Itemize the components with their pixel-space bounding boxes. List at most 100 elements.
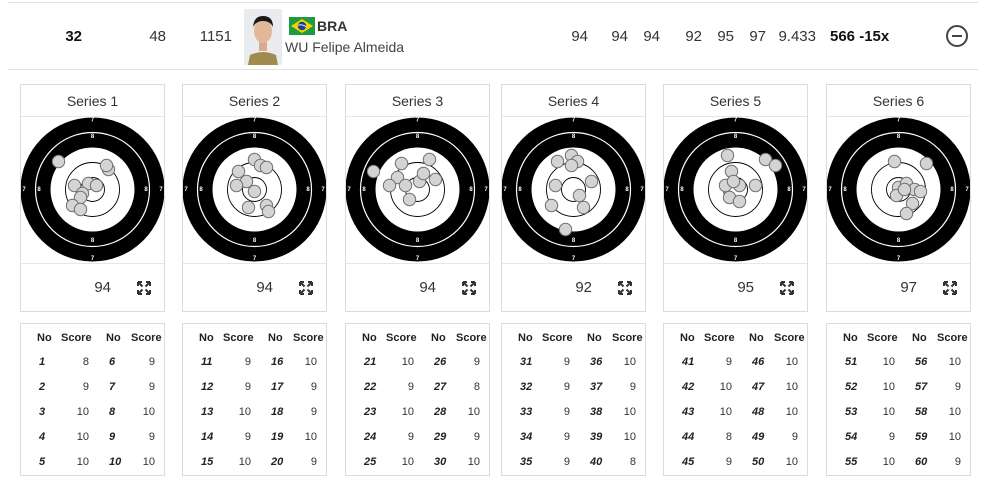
shot-hole-34[interactable] xyxy=(584,174,599,189)
shot-hole-25[interactable] xyxy=(382,178,397,193)
shot-number: 10 xyxy=(109,456,122,468)
shot-hole-30[interactable] xyxy=(416,166,431,181)
shot-hole-52[interactable] xyxy=(919,156,934,171)
shot-hole-29[interactable] xyxy=(402,192,417,207)
shot-number: 48 xyxy=(752,406,765,418)
shot-score: 9 xyxy=(148,356,155,368)
target-icon: 78787 8 78 xyxy=(21,117,164,262)
shot-number: 54 xyxy=(845,431,858,443)
expand-icon[interactable] xyxy=(943,281,957,295)
shot-score: 10 xyxy=(719,406,732,418)
target-icon: 78787 8 78 xyxy=(664,117,807,262)
shot-hole-36[interactable] xyxy=(576,200,591,215)
shot-number: 55 xyxy=(845,456,858,468)
shot-hole-13[interactable] xyxy=(259,160,274,175)
shot-number: 22 xyxy=(364,381,377,393)
athlete-name[interactable]: WU Felipe Almeida xyxy=(285,38,404,56)
shot-hole-40[interactable] xyxy=(564,158,579,173)
series-footer: 94 xyxy=(21,263,164,311)
shots-table-1: No Score No Score 1 8 2 9 3 10 4 10 5 10 6 9 7 9 8 10 9 9 10 10 xyxy=(20,323,165,476)
series-card-3: Series 3 78787878 94 xyxy=(345,84,490,312)
collapse-button[interactable] xyxy=(946,25,968,47)
expand-icon[interactable] xyxy=(780,281,794,295)
series-footer: 94 xyxy=(346,263,489,311)
shot-hole-47[interactable] xyxy=(748,178,763,193)
series-total: 94 xyxy=(419,279,436,296)
shot-hole-28[interactable] xyxy=(428,172,443,187)
series-total: 97 xyxy=(900,279,917,296)
shot-number: 17 xyxy=(271,381,284,393)
shot-score: 10 xyxy=(238,456,251,468)
shot-hole-20[interactable] xyxy=(229,178,244,193)
shot-score: 10 xyxy=(401,406,414,418)
shot-number: 27 xyxy=(434,381,447,393)
col-header-score: Score xyxy=(131,332,162,344)
shot-score: 10 xyxy=(76,406,89,418)
shot-hole-49[interactable] xyxy=(732,194,747,209)
series-score-2: 94 xyxy=(611,28,628,45)
shot-hole-38[interactable] xyxy=(544,198,559,213)
shot-hole-9[interactable] xyxy=(73,202,88,217)
shot-score: 9 xyxy=(725,456,732,468)
shot-hole-58[interactable] xyxy=(899,206,914,221)
col-header-score: Score xyxy=(293,332,324,344)
shot-score: 9 xyxy=(563,356,570,368)
col-header-score: Score xyxy=(612,332,643,344)
shot-number: 25 xyxy=(364,456,377,468)
shot-score: 9 xyxy=(888,431,895,443)
shot-score: 10 xyxy=(401,356,414,368)
col-header-no: No xyxy=(199,332,214,344)
series-score-5: 95 xyxy=(717,28,734,45)
shot-score: 9 xyxy=(791,431,798,443)
shot-hole-23[interactable] xyxy=(422,152,437,167)
shot-score: 8 xyxy=(82,356,89,368)
shot-hole-26[interactable] xyxy=(398,178,413,193)
shot-score: 9 xyxy=(954,456,961,468)
shot-hole-16[interactable] xyxy=(247,184,262,199)
series-score-3: 94 xyxy=(643,28,660,45)
athlete-row[interactable]: 32 48 1151 BRA WU Felipe Almeida 94 94 9… xyxy=(8,2,978,70)
shot-number: 36 xyxy=(590,356,603,368)
shot-number: 31 xyxy=(520,356,533,368)
shot-hole-17[interactable] xyxy=(241,200,256,215)
shot-number: 59 xyxy=(915,431,928,443)
shot-hole-37[interactable] xyxy=(548,178,563,193)
rank: 32 xyxy=(65,28,82,45)
shot-hole-14[interactable] xyxy=(231,164,246,179)
shots-table-6: No Score No Score 51 10 52 10 53 10 54 9 55 10 56 10 57 9… xyxy=(826,323,971,476)
shot-score: 9 xyxy=(563,431,570,443)
shot-hole-1[interactable] xyxy=(51,154,66,169)
shot-number: 29 xyxy=(434,431,447,443)
flag-icon xyxy=(289,17,315,35)
target-icon: 78787 8 78 xyxy=(346,117,489,262)
shot-hole-22[interactable] xyxy=(394,156,409,171)
col-header-no: No xyxy=(106,332,121,344)
shot-hole-3[interactable] xyxy=(99,158,114,173)
shot-hole-21[interactable] xyxy=(366,164,381,179)
shot-hole-39[interactable] xyxy=(558,222,573,237)
shot-hole-19[interactable] xyxy=(261,204,276,219)
shot-hole-56[interactable] xyxy=(913,184,928,199)
shot-hole-51[interactable] xyxy=(887,154,902,169)
shot-number: 50 xyxy=(752,456,765,468)
shot-hole-43[interactable] xyxy=(768,158,783,173)
series-total: 92 xyxy=(575,279,592,296)
shot-hole-60[interactable] xyxy=(897,182,912,197)
shot-hole-31[interactable] xyxy=(550,154,565,169)
expand-icon[interactable] xyxy=(299,281,313,295)
shot-score: 9 xyxy=(954,381,961,393)
shot-score: 10 xyxy=(76,431,89,443)
expand-icon[interactable] xyxy=(137,281,151,295)
expand-icon[interactable] xyxy=(618,281,632,295)
series-title: Series 3 xyxy=(346,85,489,117)
shot-number: 26 xyxy=(434,356,447,368)
expand-icon[interactable] xyxy=(462,281,476,295)
shot-hole-50[interactable] xyxy=(726,174,741,189)
shot-score: 10 xyxy=(238,406,251,418)
shot-hole-35[interactable] xyxy=(572,188,587,203)
shot-score: 9 xyxy=(407,431,414,443)
shot-score: 8 xyxy=(629,456,636,468)
shot-hole-41[interactable] xyxy=(720,148,735,163)
shot-score: 10 xyxy=(785,456,798,468)
shot-hole-10[interactable] xyxy=(89,178,104,193)
